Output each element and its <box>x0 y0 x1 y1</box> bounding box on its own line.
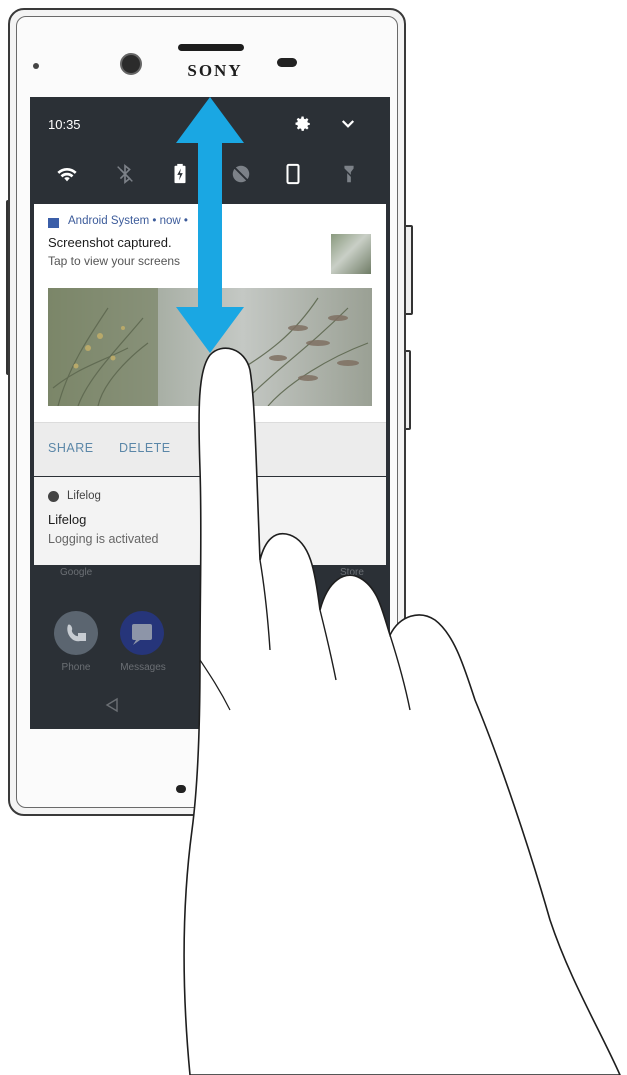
notification-body: Logging is activated <box>48 532 159 546</box>
home-folder-label: Google <box>60 567 93 578</box>
phone-app-icon[interactable] <box>54 611 98 655</box>
bluetooth-icon[interactable] <box>114 163 136 185</box>
image-icon <box>48 218 59 228</box>
finger-hand-icon <box>183 347 621 1075</box>
notification-app-name: Lifelog <box>67 490 101 502</box>
proximity-sensor <box>277 58 297 67</box>
front-camera <box>120 53 142 75</box>
screenshot-thumbnail <box>331 234 371 274</box>
brand-logo: SONY <box>187 61 243 80</box>
notification-title: Screenshot captured. <box>48 235 172 250</box>
gear-icon[interactable] <box>294 115 312 133</box>
share-button[interactable]: SHARE <box>48 441 94 455</box>
double-arrow-icon <box>176 97 244 353</box>
clock: 10:35 <box>48 117 81 132</box>
lifelog-icon <box>48 491 59 502</box>
phone-app-label: Phone <box>61 662 91 673</box>
auto-rotate-icon[interactable] <box>282 163 304 185</box>
sensor-dot <box>33 63 39 69</box>
notification-title: Lifelog <box>48 512 87 527</box>
wifi-icon[interactable] <box>56 163 78 185</box>
back-icon[interactable] <box>104 697 120 713</box>
flashlight-icon[interactable] <box>338 163 360 185</box>
earpiece-speaker <box>178 44 244 51</box>
chevron-down-icon[interactable] <box>339 115 357 133</box>
notification-body: Tap to view your screens <box>48 254 181 268</box>
